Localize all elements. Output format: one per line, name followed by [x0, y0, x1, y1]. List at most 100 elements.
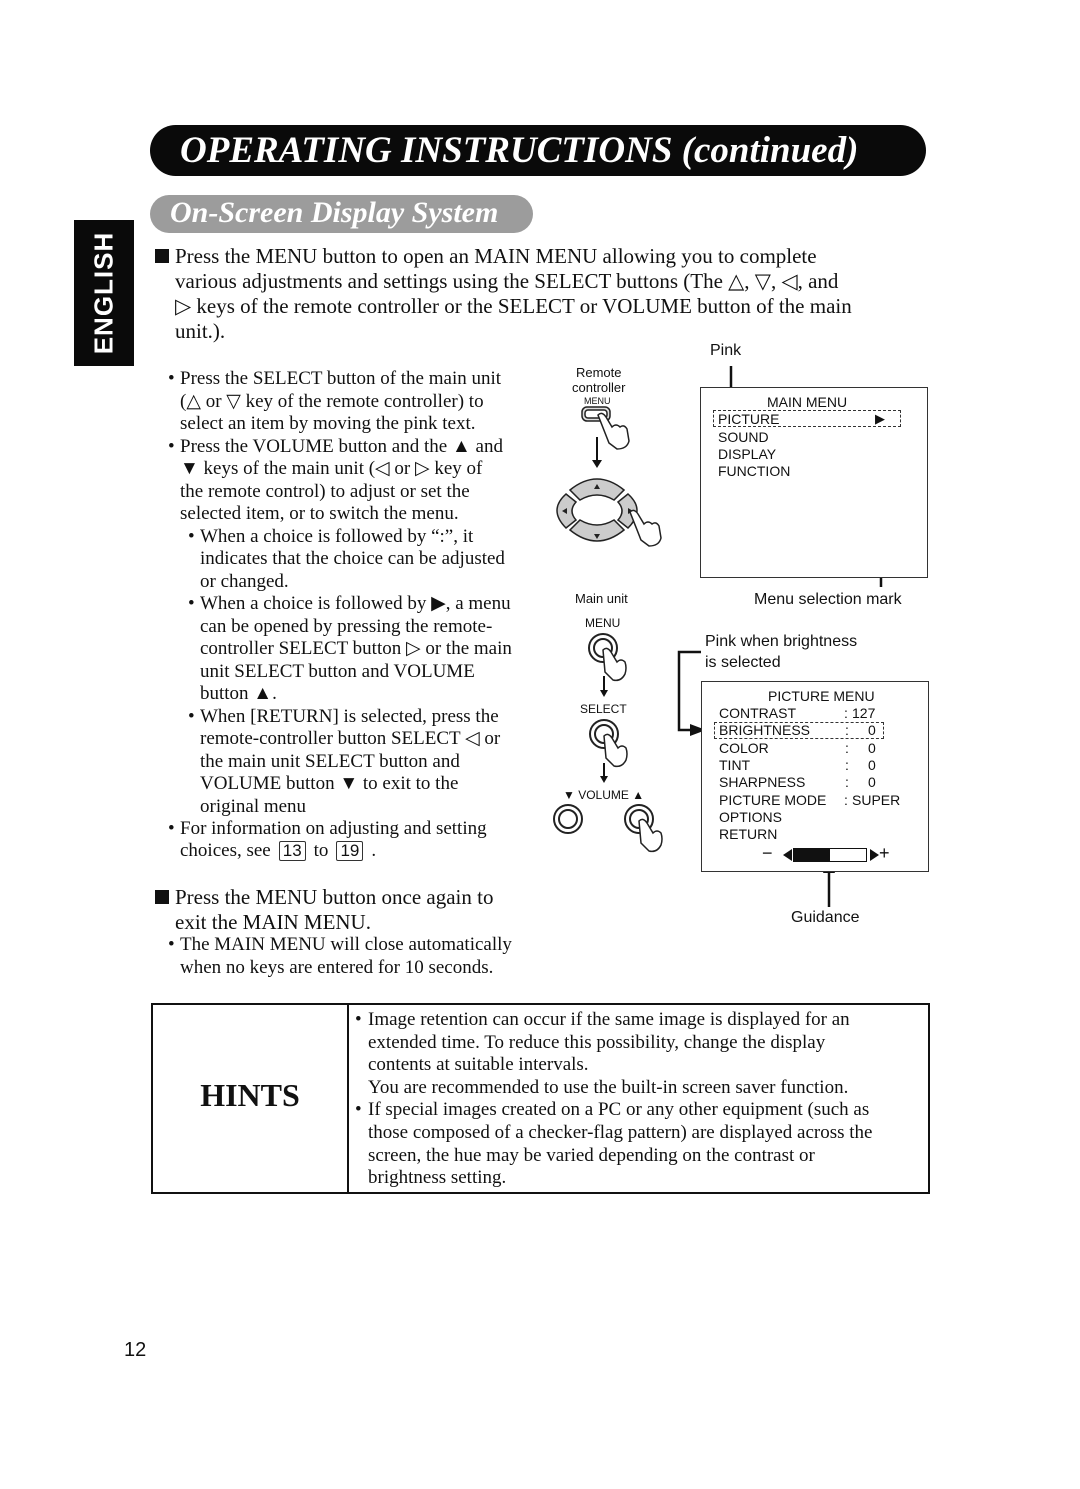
bullet-icon: •	[168, 435, 175, 457]
language-label: ENGLISH	[88, 231, 119, 355]
plus-sign: +	[879, 843, 890, 863]
picture-menu-item-picture-mode[interactable]: PICTURE MODE	[719, 792, 826, 808]
instruction-line: When a choice is followed by ▶, a menu	[200, 593, 511, 614]
instruction-line: When a choice is followed by “:”, it	[200, 525, 474, 547]
picture-menu-value: SUPER	[852, 791, 901, 808]
value-separator: :	[844, 705, 848, 721]
instruction-line: or changed.	[200, 570, 289, 592]
bullet-icon: •	[188, 705, 195, 727]
right-triangle-icon	[870, 849, 879, 861]
submenu-mark-icon: ▶	[875, 411, 885, 426]
guidance-level-track	[793, 848, 867, 862]
picture-menu-item-options[interactable]: OPTIONS	[719, 809, 782, 825]
picture-menu-item-brightness[interactable]: BRIGHTNESS	[719, 722, 810, 738]
remote-menu-key-label: MENU	[584, 396, 611, 406]
exit-bullet-line: The MAIN MENU will close automatically	[180, 934, 512, 955]
square-bullet-icon	[155, 249, 169, 263]
bullet-icon: •	[168, 934, 175, 955]
text: to	[313, 840, 329, 861]
instruction-line: button ▲.	[200, 683, 277, 704]
instruction-line: unit SELECT button and VOLUME	[200, 660, 475, 682]
hint-line: contents at suitable intervals.	[368, 1054, 589, 1076]
instruction-line: When [RETURN] is selected, press the	[200, 705, 499, 727]
bullet-icon: •	[188, 525, 195, 547]
menu-item-sound[interactable]: SOUND	[718, 429, 769, 445]
intro-line: various adjustments and settings using t…	[175, 269, 839, 293]
page-reference-link[interactable]: 19	[336, 841, 364, 861]
bullet-icon: •	[355, 1099, 362, 1121]
guidance-level-fill	[794, 849, 830, 861]
hand-icon	[629, 509, 662, 547]
instruction-line: ▼ keys of the main unit (◁ or ▷ key of	[180, 458, 483, 479]
exit-bullet-line: when no keys are entered for 10 seconds.	[180, 957, 494, 978]
hand-icon	[603, 733, 628, 768]
pink-label: Pink	[710, 342, 742, 359]
picture-menu-value: 0	[868, 739, 876, 756]
menu-item-display[interactable]: DISPLAY	[718, 446, 776, 462]
page-number: 12	[124, 1339, 147, 1361]
bullet-icon: •	[188, 593, 195, 614]
page-reference-link[interactable]: 13	[278, 841, 306, 861]
hint-line: You are recommended to use the built-in …	[368, 1076, 849, 1098]
hint-line: Image retention can occur if the same im…	[368, 1009, 850, 1030]
page-header-banner: OPERATING INSTRUCTIONS (continued)	[150, 125, 926, 176]
picture-menu-item-return[interactable]: RETURN	[719, 826, 777, 842]
picture-menu-item-color[interactable]: COLOR	[719, 740, 769, 756]
hint-line: screen, the hue may be varied depending …	[368, 1144, 815, 1166]
text: choices, see	[180, 840, 271, 861]
remote-label-line: Remote	[575, 365, 622, 380]
value-separator: :	[845, 739, 849, 756]
page-header-title: OPERATING INSTRUCTIONS (continued)	[180, 130, 859, 171]
instruction-line: select an item by moving the pink text.	[180, 413, 476, 434]
menu-item-picture[interactable]: PICTURE	[718, 411, 779, 427]
picture-menu-item-tint[interactable]: TINT	[719, 757, 750, 773]
intro-line: Press the MENU button to open an MAIN ME…	[175, 244, 817, 268]
instruction-line: VOLUME button ▼ to exit to the	[200, 773, 459, 794]
picture-menu-item-sharpness[interactable]: SHARPNESS	[719, 774, 805, 790]
exit-line: Press the MENU button once again to	[175, 885, 494, 909]
instruction-line: For information on adjusting and setting	[180, 818, 487, 839]
bullet-icon: •	[168, 368, 175, 389]
hint-line: If special images created on a PC or any…	[368, 1099, 870, 1121]
intro-line: unit.).	[175, 319, 226, 343]
picture-menu-value: 0	[868, 756, 876, 773]
value-separator: :	[845, 774, 849, 791]
instruction-line: Press the VOLUME button and the ▲ and	[180, 435, 503, 457]
picture-menu-item-contrast[interactable]: CONTRAST	[719, 705, 796, 721]
bullet-icon: •	[355, 1009, 362, 1030]
instruction-line: remote-controller button SELECT ◁ or	[200, 728, 501, 749]
label-line: is selected	[705, 654, 781, 671]
hint-line: brightness setting.	[368, 1167, 507, 1189]
main-menu-screen: MAIN MENU PICTURE ▶ SOUND DISPLAY FUNCTI…	[700, 387, 928, 578]
picture-menu-value: 0	[868, 774, 876, 791]
menu-item-function[interactable]: FUNCTION	[718, 463, 790, 479]
hand-icon	[597, 412, 630, 450]
picture-menu-value: 127	[852, 705, 876, 721]
hand-icon	[602, 647, 627, 682]
value-separator: :	[844, 791, 848, 808]
square-bullet-icon	[155, 890, 169, 904]
select-key-label: SELECT	[580, 702, 627, 716]
minus-sign: −	[762, 843, 773, 863]
bullet-icon: •	[168, 818, 175, 839]
section-title-pill: On-Screen Display System	[150, 195, 533, 233]
volume-key-label: ▼ VOLUME ▲	[563, 788, 645, 802]
menu-selection-mark-label: Menu selection mark	[754, 591, 902, 608]
pink-brightness-label: Pink when brightness is selected	[705, 631, 857, 673]
hint-line: those composed of a checker-flag pattern…	[368, 1122, 873, 1143]
value-separator: :	[845, 756, 849, 773]
label-line: Pink when brightness	[705, 633, 858, 650]
instruction-line: the remote control) to adjust or set the	[180, 480, 470, 502]
hints-box: HINTS • Image retention can occur if the …	[151, 1003, 930, 1194]
exit-line: exit the MAIN MENU.	[175, 910, 371, 934]
instruction-line: indicates that the choice can be adjuste…	[200, 548, 505, 569]
main-menu-title: MAIN MENU	[767, 394, 848, 410]
section-title: On-Screen Display System	[170, 196, 499, 229]
instruction-line: can be opened by pressing the remote-	[200, 615, 493, 637]
intro-line: ▷ keys of the remote controller or the S…	[175, 294, 852, 318]
main-unit-label: Main unit	[575, 591, 628, 606]
hints-divider	[347, 1005, 349, 1192]
guidance-bar: − +	[762, 843, 890, 863]
hint-line: extended time. To reduce this possibilit…	[368, 1031, 826, 1053]
brightness-pointer-arrow	[677, 650, 701, 732]
